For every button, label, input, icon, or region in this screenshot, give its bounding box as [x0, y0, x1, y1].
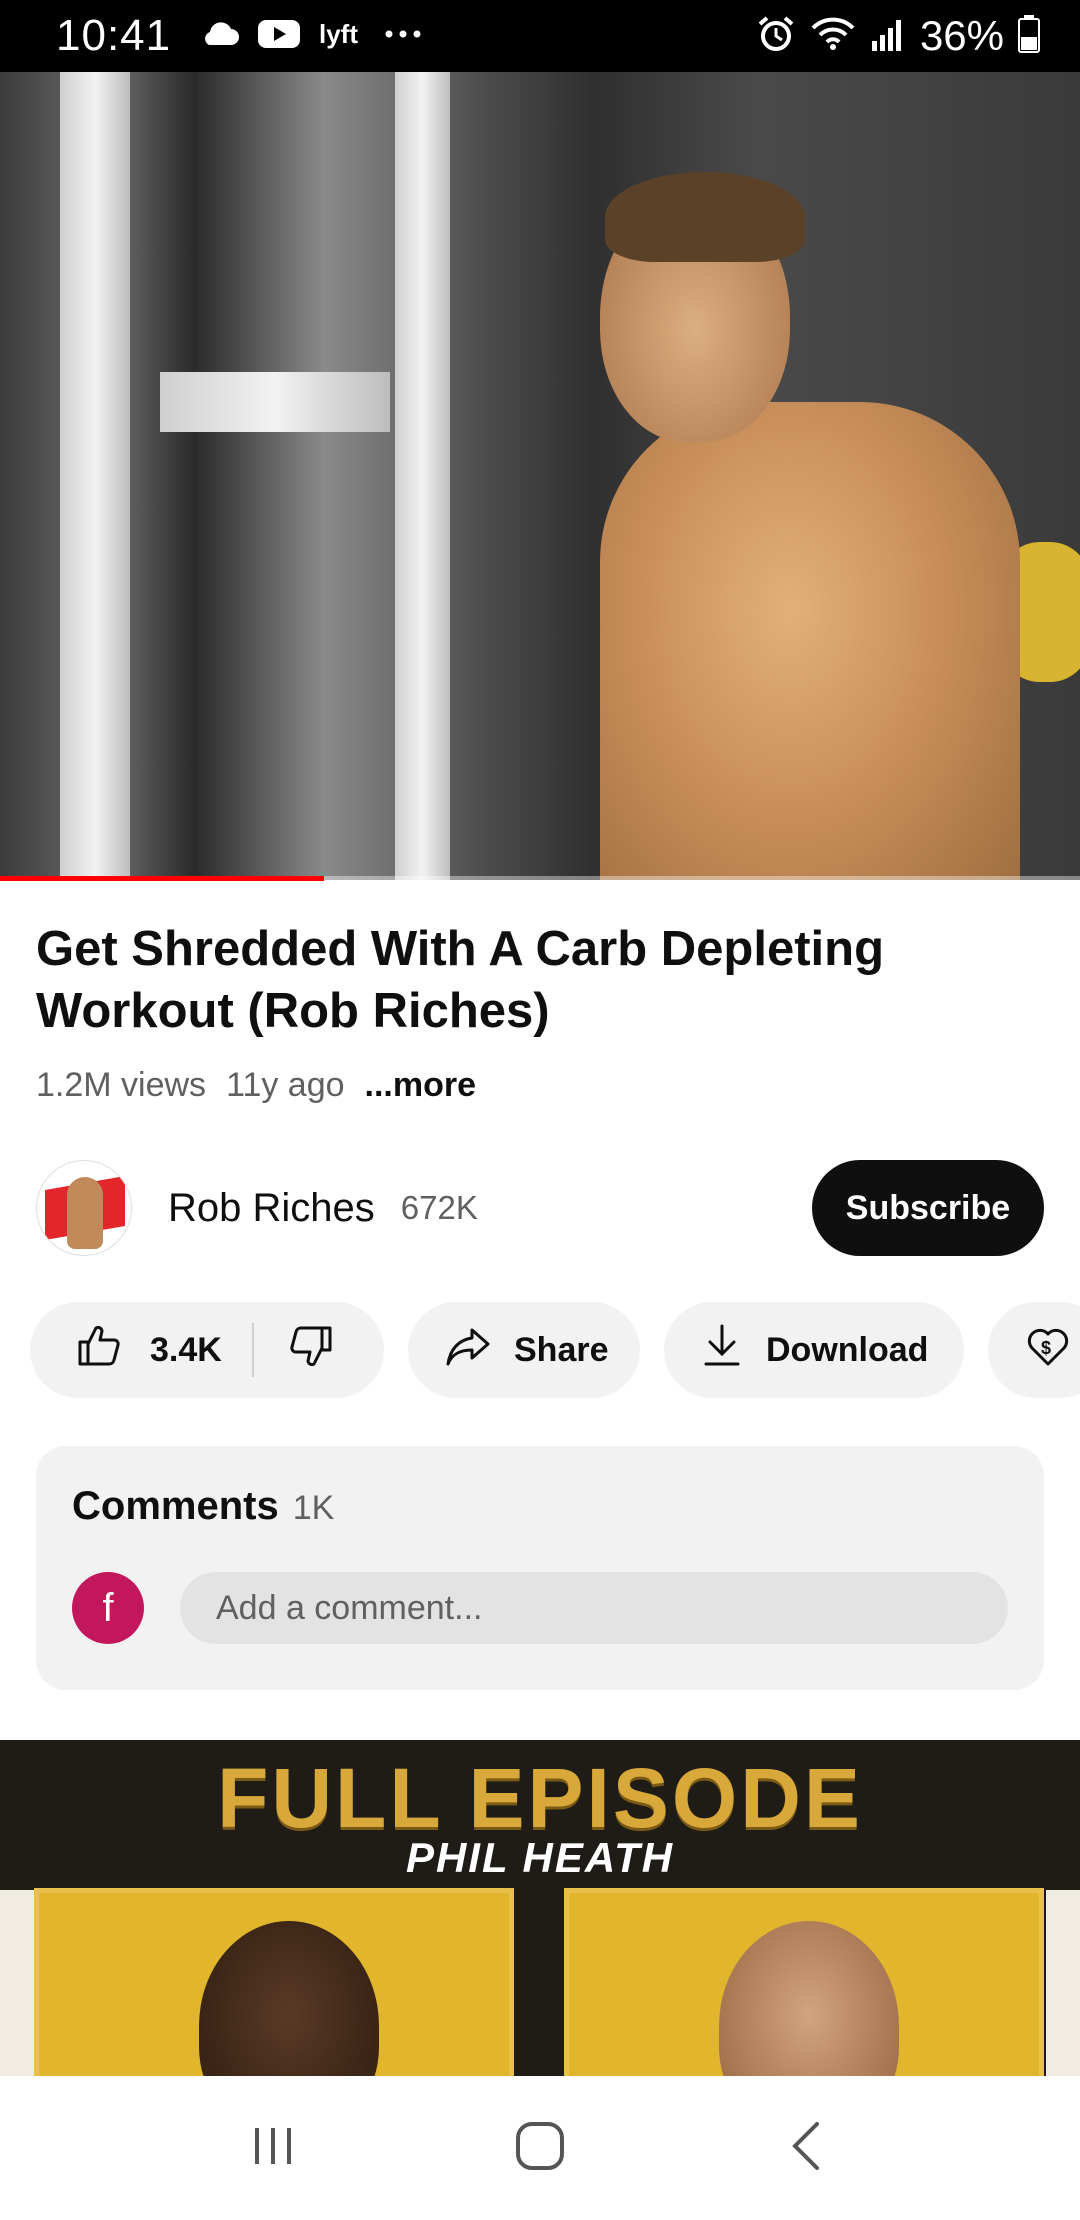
share-button[interactable]: Share: [408, 1302, 640, 1398]
view-count: 1.2M views: [36, 1066, 207, 1104]
thanks-button[interactable]: $: [988, 1302, 1080, 1398]
thumbs-down-icon: [288, 1322, 336, 1379]
lyft-icon: lyft: [319, 19, 365, 54]
download-label: Download: [766, 1330, 929, 1369]
upload-age: 11y ago: [226, 1066, 345, 1104]
video-player[interactable]: [0, 72, 1080, 880]
video-person-torso: [600, 402, 1020, 880]
thumbnail-guest: PHIL HEATH: [405, 1834, 675, 1881]
subscriber-count: 672K: [400, 1189, 478, 1226]
video-person-hair: [605, 172, 805, 262]
gym-pillar: [60, 72, 130, 880]
channel-row: Rob Riches 672K Subscribe: [36, 1158, 1044, 1258]
avatar-figure: [67, 1177, 103, 1249]
recent-apps-button[interactable]: [213, 2098, 333, 2198]
svg-text:lyft: lyft: [319, 19, 358, 49]
thumbnail-face: [199, 1921, 379, 2076]
more-link[interactable]: ...more: [365, 1066, 476, 1105]
status-left-icons: lyft: [199, 18, 423, 55]
back-button[interactable]: [747, 2098, 867, 2198]
video-meta[interactable]: 1.2M views 11y ago ...more: [36, 1066, 476, 1105]
comments-heading: Comments: [72, 1484, 279, 1528]
thumbs-up-icon: [74, 1322, 122, 1379]
like-button[interactable]: 3.4K: [74, 1322, 222, 1379]
comments-header: Comments 1K: [72, 1484, 334, 1529]
comment-input[interactable]: Add a comment...: [180, 1572, 1008, 1644]
video-progress-fill: [0, 876, 324, 881]
video-title[interactable]: Get Shredded With A Carb Depleting Worko…: [36, 918, 1036, 1042]
comments-count: 1K: [292, 1489, 335, 1527]
action-row: 3.4K Share Download $: [30, 1302, 1080, 1398]
thumbnail-panel-left: [34, 1888, 514, 2076]
thumbnail-face: [719, 1921, 899, 2076]
youtube-icon: [257, 18, 301, 55]
battery-percent: 36%: [919, 12, 1004, 59]
cloud-icon: [199, 21, 240, 52]
subscribe-button[interactable]: Subscribe: [812, 1160, 1044, 1256]
thumbnail-frame: [0, 1890, 34, 2076]
share-icon: [444, 1322, 492, 1379]
svg-text:$: $: [1041, 1338, 1051, 1358]
download-button[interactable]: Download: [664, 1302, 964, 1398]
gym-pillar: [395, 72, 450, 880]
thumbnail-headline: FULL EPISODE: [217, 1751, 863, 1845]
video-progress-bar[interactable]: [0, 876, 1080, 881]
more-dots-icon: [383, 27, 423, 45]
back-icon: [787, 2120, 827, 2177]
status-bar: 10:41 lyft 36%: [0, 0, 1080, 72]
battery-icon: [1018, 14, 1040, 58]
recent-apps-icon: [249, 2122, 297, 2175]
status-right: 36%: [756, 12, 1040, 60]
heart-dollar-icon: $: [1024, 1322, 1072, 1379]
channel-avatar[interactable]: [36, 1160, 132, 1256]
thumbnail-frame: [1046, 1890, 1080, 2076]
status-time: 10:41: [56, 11, 172, 60]
dislike-button[interactable]: [288, 1322, 336, 1379]
home-button[interactable]: [480, 2098, 600, 2198]
gym-bar: [160, 372, 390, 432]
user-avatar: f: [72, 1572, 144, 1644]
alarm-icon: [756, 14, 796, 59]
comments-panel[interactable]: Comments 1K f Add a comment...: [36, 1446, 1044, 1690]
share-label: Share: [514, 1330, 609, 1369]
like-dislike-pill: 3.4K: [30, 1302, 384, 1398]
wifi-icon: [810, 16, 856, 57]
like-divider: [251, 1323, 254, 1377]
system-nav-bar: [0, 2076, 1080, 2220]
home-icon: [514, 2120, 566, 2177]
channel-name[interactable]: Rob Riches: [168, 1186, 375, 1231]
like-count: 3.4K: [150, 1330, 222, 1369]
thumbnail-panel-right: [564, 1888, 1044, 2076]
download-icon: [700, 1322, 744, 1379]
next-video-thumbnail[interactable]: FULL EPISODE PHIL HEATH: [0, 1740, 1080, 2076]
signal-icon: [870, 17, 906, 56]
